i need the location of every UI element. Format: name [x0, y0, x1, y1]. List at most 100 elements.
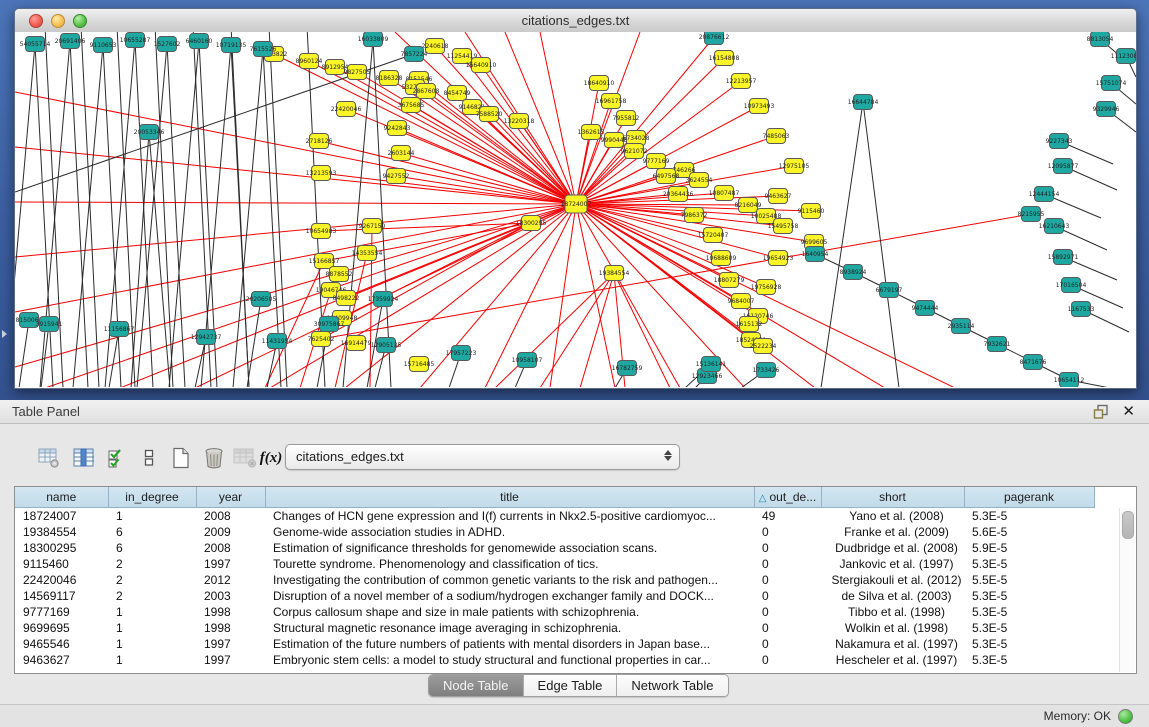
table-cell[interactable]: 1997: [196, 652, 265, 668]
network-node[interactable]: 22420046: [331, 102, 362, 117]
table-cell[interactable]: 18724007: [15, 508, 108, 525]
table-cell[interactable]: Stergiakouli et al. (2012): [821, 572, 964, 588]
table-cell[interactable]: 9699695: [15, 620, 108, 636]
network-node[interactable]: 6460160: [186, 34, 213, 49]
citation-edge-black[interactable]: [231, 32, 249, 387]
table-cell[interactable]: Estimation of significance thresholds fo…: [265, 540, 754, 556]
network-node[interactable]: 8813054: [1087, 32, 1114, 47]
table-row[interactable]: 946554611997Estimation of the future num…: [15, 636, 1094, 652]
network-node[interactable]: 9684007: [728, 294, 755, 309]
citation-edge-red[interactable]: [15, 147, 576, 204]
table-cell[interactable]: 2008: [196, 508, 265, 525]
column-header-title[interactable]: title: [265, 487, 754, 508]
table-row[interactable]: 969969511998Structural magnetic resonanc…: [15, 620, 1094, 636]
table-cell[interactable]: 9465546: [15, 636, 108, 652]
table-cell[interactable]: 5.3E-5: [964, 556, 1094, 572]
citation-edge-black[interactable]: [135, 40, 153, 387]
citation-edge-black[interactable]: [70, 41, 88, 387]
network-node[interactable]: 20206505: [246, 292, 277, 307]
function-builder-button[interactable]: f(x): [258, 444, 284, 472]
table-cell[interactable]: 0: [754, 540, 821, 556]
delete-table-button[interactable]: [232, 444, 258, 472]
citation-edge-red[interactable]: [15, 204, 576, 312]
table-cell[interactable]: 5.3E-5: [964, 620, 1094, 636]
network-node[interactable]: 8938924: [840, 265, 867, 280]
table-mode-button[interactable]: [36, 444, 62, 472]
network-node[interactable]: 1167533: [1068, 302, 1095, 317]
network-node[interactable]: 3915941: [36, 317, 63, 332]
network-node[interactable]: 7955812: [613, 111, 640, 126]
float-window-icon[interactable]: [1093, 404, 1109, 420]
network-node[interactable]: 8960124: [296, 54, 323, 69]
citation-edge-red[interactable]: [495, 273, 614, 387]
network-node[interactable]: 1615132: [736, 317, 763, 332]
table-cell[interactable]: 0: [754, 524, 821, 540]
table-cell[interactable]: 19384554: [15, 524, 108, 540]
table-cell[interactable]: 2: [108, 556, 196, 572]
network-node[interactable]: 7615526: [250, 42, 277, 57]
table-cell[interactable]: Yano et al. (2008): [821, 508, 964, 525]
network-node[interactable]: 8454749: [444, 86, 471, 101]
network-node[interactable]: 7857224: [401, 47, 428, 62]
network-node[interactable]: 10688609: [706, 251, 737, 266]
network-node[interactable]: 12942737: [191, 330, 222, 345]
network-node[interactable]: 9463627: [765, 189, 792, 204]
network-node[interactable]: 3675685: [398, 98, 425, 113]
network-node[interactable]: 15892971: [1048, 250, 1079, 265]
table-cell[interactable]: Dudbridge et al. (2008): [821, 540, 964, 556]
delete-columns-button[interactable]: [201, 444, 227, 472]
table-cell[interactable]: 1998: [196, 620, 265, 636]
table-row[interactable]: 1456911722003Disruption of a novel membe…: [15, 588, 1094, 604]
citation-edge-red[interactable]: [15, 204, 576, 367]
table-cell[interactable]: 1: [108, 604, 196, 620]
table-cell[interactable]: 5.6E-5: [964, 524, 1094, 540]
table-cell[interactable]: 5.5E-5: [964, 572, 1094, 588]
table-cell[interactable]: 5.3E-5: [964, 636, 1094, 652]
network-node[interactable]: 8186328: [376, 71, 403, 86]
table-cell[interactable]: 9463627: [15, 652, 108, 668]
tab-node-table[interactable]: Node Table: [429, 675, 524, 696]
network-node[interactable]: 15720407: [698, 228, 729, 243]
table-cell[interactable]: 9777169: [15, 604, 108, 620]
network-node[interactable]: 9242843: [384, 121, 411, 136]
network-node[interactable]: 16914479: [341, 336, 372, 351]
citation-edge-black[interactable]: [167, 44, 185, 387]
network-node[interactable]: 7986372: [681, 208, 708, 223]
network-node[interactable]: 9329946: [1093, 102, 1120, 117]
network-node[interactable]: 7625402: [308, 332, 335, 347]
table-cell[interactable]: 2008: [196, 540, 265, 556]
table-row[interactable]: 1872400712008Changes of HCN gene express…: [15, 508, 1094, 525]
citation-edge-black[interactable]: [19, 320, 29, 387]
citation-edge-red[interactable]: [426, 91, 576, 204]
network-window-titlebar[interactable]: citations_edges.txt: [15, 9, 1136, 33]
table-cell[interactable]: Nakamura et al. (1997): [821, 636, 964, 652]
table-cell[interactable]: 49: [754, 508, 821, 525]
table-cell[interactable]: Wolkin et al. (1998): [821, 620, 964, 636]
citation-edge-red[interactable]: [462, 56, 576, 204]
citation-edge-red[interactable]: [576, 204, 680, 387]
table-cell[interactable]: 1998: [196, 604, 265, 620]
network-node[interactable]: 9227343: [1046, 134, 1073, 149]
network-canvas[interactable]: 1872400718300295193845547663822896012489…: [15, 32, 1136, 387]
table-cell[interactable]: 14569117: [15, 588, 108, 604]
network-node[interactable]: 6497568: [653, 169, 680, 184]
network-node[interactable]: 1527602: [154, 37, 181, 52]
table-cell[interactable]: 9115460: [15, 556, 108, 572]
table-cell[interactable]: 1: [108, 636, 196, 652]
table-cell[interactable]: Franke et al. (2009): [821, 524, 964, 540]
network-node[interactable]: 2522234: [750, 339, 777, 354]
network-node[interactable]: 7588520: [476, 107, 503, 122]
network-node[interactable]: 7932621: [984, 337, 1011, 352]
column-header-pagerank[interactable]: pagerank: [964, 487, 1094, 508]
network-node[interactable]: 19654923: [763, 251, 794, 266]
network-node[interactable]: 10654983: [306, 224, 337, 239]
tab-network-table[interactable]: Network Table: [617, 675, 727, 696]
table-row[interactable]: 1938455462009Genome-wide association stu…: [15, 524, 1094, 540]
citation-edge-black[interactable]: [73, 45, 103, 387]
table-cell[interactable]: Changes of HCN gene expression and I(f) …: [265, 508, 754, 525]
citation-edge-red[interactable]: [576, 204, 615, 387]
network-node[interactable]: 9267150: [359, 219, 386, 234]
network-node[interactable]: 11431954: [262, 334, 293, 349]
clear-selection-button[interactable]: [136, 444, 162, 472]
table-cell[interactable]: 5.3E-5: [964, 508, 1094, 525]
